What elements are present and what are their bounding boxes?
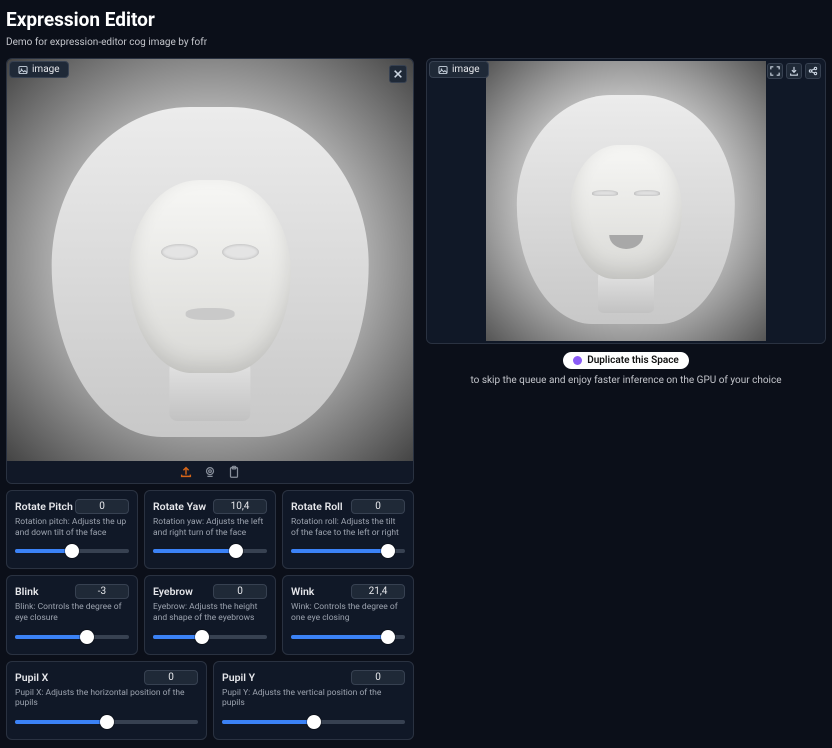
pupil-x-slider: Pupil X 0 Pupil X: Adjusts the horizontal … <box>6 661 207 740</box>
rotate-roll-value[interactable]: 0 <box>351 499 405 514</box>
rotate-pitch-value[interactable]: 0 <box>75 499 129 514</box>
pupil-x-thumb[interactable] <box>100 715 114 729</box>
rotate-pitch-label: Rotate Pitch <box>15 500 73 513</box>
input-image-tab-label: image <box>32 64 60 75</box>
fullscreen-icon <box>770 66 780 76</box>
pupil-x-track[interactable] <box>15 717 198 727</box>
eyebrow-value[interactable]: 0 <box>213 584 267 599</box>
image-icon <box>438 65 448 75</box>
input-image-toolbar <box>7 461 413 483</box>
eyebrow-thumb[interactable] <box>195 630 209 644</box>
input-image-panel: image <box>6 58 414 484</box>
eyebrow-slider: Eyebrow 0 Eyebrow: Adjusts the height and … <box>144 575 276 654</box>
blink-slider: Blink -3 Blink: Controls the degree of eye… <box>6 575 138 654</box>
rotate-pitch-track[interactable] <box>15 546 129 556</box>
input-image-tab[interactable]: image <box>9 61 69 78</box>
upload-icon[interactable] <box>179 465 193 479</box>
blink-desc: Blink: Controls the degree of eye closur… <box>15 602 129 623</box>
rotate-yaw-slider: Rotate Yaw 10,4 Rotation yaw: Adjusts the … <box>144 490 276 569</box>
duplicate-dot-icon <box>573 356 582 365</box>
wink-label: Wink <box>291 585 314 598</box>
eyebrow-label: Eyebrow <box>153 585 193 598</box>
blink-value[interactable]: -3 <box>75 584 129 599</box>
download-icon <box>789 66 799 76</box>
eyebrow-track[interactable] <box>153 632 267 642</box>
output-share-button[interactable] <box>805 63 821 79</box>
duplicate-tagline: to skip the queue and enjoy faster infer… <box>470 375 781 386</box>
page-title: Expression Editor <box>6 8 826 31</box>
page-subtitle: Demo for expression-editor cog image by … <box>6 37 826 48</box>
blink-track[interactable] <box>15 632 129 642</box>
rotate-yaw-value[interactable]: 10,4 <box>213 499 267 514</box>
pupil-y-slider: Pupil Y 0 Pupil Y: Adjusts the vertical po… <box>213 661 414 740</box>
rotate-roll-track[interactable] <box>291 546 405 556</box>
rotate-pitch-thumb[interactable] <box>65 544 79 558</box>
output-image-preview <box>486 67 766 344</box>
pupil-y-value[interactable]: 0 <box>351 670 405 685</box>
input-clear-button[interactable] <box>389 65 407 83</box>
output-image-tab-label: image <box>452 64 480 75</box>
image-icon <box>18 65 28 75</box>
rotate-roll-thumb[interactable] <box>381 544 395 558</box>
duplicate-label: Duplicate this Space <box>587 355 679 366</box>
rotate-pitch-desc: Rotation pitch: Adjusts the up and down … <box>15 517 129 538</box>
wink-track[interactable] <box>291 632 405 642</box>
input-image-dropzone[interactable] <box>7 59 413 461</box>
pupil-x-label: Pupil X <box>15 671 48 684</box>
rotate-roll-label: Rotate Roll <box>291 500 343 513</box>
rotate-yaw-desc: Rotation yaw: Adjusts the left and right… <box>153 517 267 538</box>
rotate-yaw-track[interactable] <box>153 546 267 556</box>
output-fullscreen-button[interactable] <box>767 63 783 79</box>
rotate-roll-desc: Rotation roll: Adjusts the tilt of the f… <box>291 517 405 538</box>
output-image-panel: image <box>426 58 826 344</box>
blink-label: Blink <box>15 585 39 598</box>
rotate-yaw-label: Rotate Yaw <box>153 500 206 513</box>
duplicate-row: Duplicate this Space to skip the queue a… <box>426 352 826 386</box>
blink-thumb[interactable] <box>80 630 94 644</box>
rotate-yaw-thumb[interactable] <box>229 544 243 558</box>
output-download-button[interactable] <box>786 63 802 79</box>
pupil-y-thumb[interactable] <box>307 715 321 729</box>
wink-value[interactable]: 21,4 <box>351 584 405 599</box>
rotate-pitch-slider: Rotate Pitch0 Rotation pitch: Adjusts the… <box>6 490 138 569</box>
wink-slider: Wink 21,4 Wink: Controls the degree of one… <box>282 575 414 654</box>
pupil-x-desc: Pupil X: Adjusts the horizontal position… <box>15 688 198 709</box>
webcam-icon[interactable] <box>203 465 217 479</box>
input-image-preview <box>7 67 413 469</box>
rotate-roll-slider: Rotate Roll 0 Rotation roll: Adjusts the t… <box>282 490 414 569</box>
output-image-display[interactable] <box>427 59 825 343</box>
pupil-y-label: Pupil Y <box>222 671 255 684</box>
share-icon <box>808 66 818 76</box>
wink-thumb[interactable] <box>381 630 395 644</box>
eyebrow-desc: Eyebrow: Adjusts the height and shape of… <box>153 602 267 623</box>
duplicate-space-button[interactable]: Duplicate this Space <box>563 352 689 369</box>
clipboard-icon[interactable] <box>227 465 241 479</box>
output-image-tab[interactable]: image <box>429 61 489 78</box>
pupil-y-desc: Pupil Y: Adjusts the vertical position o… <box>222 688 405 709</box>
wink-desc: Wink: Controls the degree of one eye clo… <box>291 602 405 623</box>
pupil-x-value[interactable]: 0 <box>144 670 198 685</box>
pupil-y-track[interactable] <box>222 717 405 727</box>
close-icon <box>393 69 403 79</box>
